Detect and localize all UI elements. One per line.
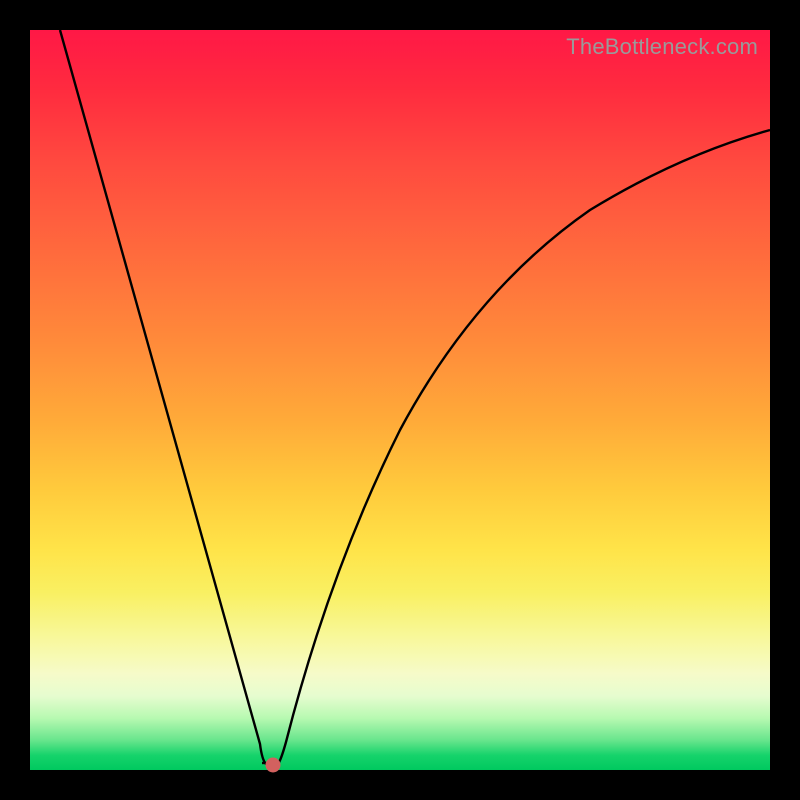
plot-area: TheBottleneck.com: [30, 30, 770, 770]
bottleneck-curve: [30, 30, 770, 770]
curve-right: [278, 130, 770, 764]
min-marker-icon: [266, 758, 281, 773]
chart-frame: TheBottleneck.com: [0, 0, 800, 800]
curve-left: [60, 30, 266, 764]
